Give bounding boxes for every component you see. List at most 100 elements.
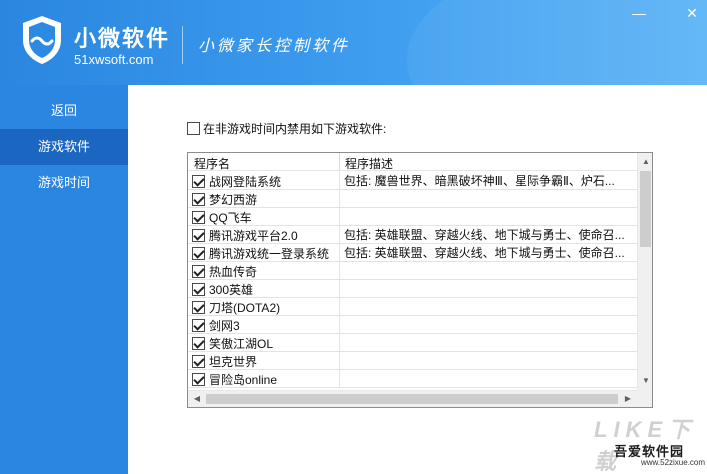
game-list: 程序名 程序描述 战网登陆系统 包括: 魔兽世界、暗黑破坏神Ⅲ、星际争霸Ⅱ、炉石.… (187, 152, 653, 408)
app-url: 51xwsoft.com (74, 52, 154, 67)
program-description (344, 262, 636, 280)
list-header: 程序名 程序描述 (188, 153, 637, 171)
row-name-cell[interactable]: 刀塔(DOTA2) (192, 298, 338, 316)
ban-checkbox-label: 在非游戏时间内禁用如下游戏软件: (203, 121, 387, 136)
table-row[interactable]: 热血传奇 (188, 262, 637, 280)
app-header: 小微软件 51xwsoft.com 小微家长控制软件 — ✕ (0, 0, 707, 85)
scroll-up-icon[interactable]: ▲ (638, 154, 652, 170)
table-row[interactable]: 剑网3 (188, 316, 637, 334)
scroll-right-icon[interactable]: ▶ (620, 391, 636, 407)
row-name-cell[interactable]: 剑网3 (192, 316, 338, 334)
sidebar: 返回 游戏软件 游戏时间 (0, 85, 128, 474)
program-name: 坦克世界 (209, 354, 258, 369)
program-description (344, 316, 636, 334)
row-name-cell[interactable]: 热血传奇 (192, 262, 338, 280)
table-row[interactable]: 刀塔(DOTA2) (188, 298, 637, 316)
program-name: 热血传奇 (209, 264, 258, 279)
header-divider (182, 26, 183, 64)
row-checkbox[interactable] (192, 210, 205, 224)
row-checkbox[interactable] (192, 282, 205, 296)
cell-divider (339, 280, 340, 298)
row-name-cell[interactable]: 300英雄 (192, 280, 338, 298)
shield-logo-icon (23, 16, 61, 64)
row-checkbox[interactable] (192, 174, 205, 188)
sidebar-item-game-time[interactable]: 游戏时间 (0, 165, 128, 201)
table-row[interactable]: 300英雄 (188, 280, 637, 298)
table-row[interactable]: 战网登陆系统 包括: 魔兽世界、暗黑破坏神Ⅲ、星际争霸Ⅱ、炉石... (188, 172, 637, 190)
column-divider[interactable] (339, 153, 340, 171)
cell-divider (339, 226, 340, 244)
row-name-cell[interactable]: 坦克世界 (192, 352, 338, 370)
table-row[interactable]: 冒险岛online (188, 370, 637, 388)
cell-divider (339, 208, 340, 226)
cell-divider (339, 244, 340, 262)
program-name: 笑傲江湖OL (209, 336, 274, 351)
horizontal-scrollbar[interactable]: ◀ ▶ (188, 390, 637, 407)
row-checkbox[interactable] (192, 192, 205, 206)
column-header-name[interactable]: 程序名 (194, 155, 230, 172)
program-description (344, 280, 636, 298)
minimize-button[interactable]: — (628, 4, 650, 22)
ban-option[interactable]: 在非游戏时间内禁用如下游戏软件: (187, 120, 386, 136)
program-name: 梦幻西游 (209, 192, 258, 207)
cell-divider (339, 352, 340, 370)
column-header-description[interactable]: 程序描述 (345, 155, 393, 172)
program-description (344, 298, 636, 316)
vertical-scrollbar[interactable]: ▲ ▼ (637, 153, 652, 390)
cell-divider (339, 370, 340, 388)
table-row[interactable]: 梦幻西游 (188, 190, 637, 208)
vertical-scroll-thumb[interactable] (640, 171, 651, 247)
cell-divider (339, 190, 340, 208)
row-checkbox[interactable] (192, 372, 205, 386)
cell-divider (339, 334, 340, 352)
program-description: 包括: 英雄联盟、穿越火线、地下城与勇士、使命召... (344, 228, 625, 242)
table-row[interactable]: 笑傲江湖OL (188, 334, 637, 352)
row-name-cell[interactable]: 腾讯游戏统一登录系统 (192, 244, 338, 262)
row-checkbox[interactable] (192, 318, 205, 332)
program-description (344, 352, 636, 370)
row-name-cell[interactable]: 冒险岛online (192, 370, 338, 388)
program-description (344, 190, 636, 208)
row-checkbox[interactable] (192, 336, 205, 350)
cell-divider (339, 172, 340, 190)
watermark-url: www.52zixue.com (641, 458, 706, 467)
ban-checkbox[interactable] (187, 121, 200, 135)
header-decoration (407, 0, 707, 85)
row-name-cell[interactable]: 梦幻西游 (192, 190, 338, 208)
row-name-cell[interactable]: QQ飞车 (192, 208, 338, 226)
table-row[interactable]: QQ飞车 (188, 208, 637, 226)
table-row[interactable]: 坦克世界 (188, 352, 637, 370)
program-description: 包括: 英雄联盟、穿越火线、地下城与勇士、使命召... (344, 246, 625, 260)
row-checkbox[interactable] (192, 246, 205, 260)
scroll-left-icon[interactable]: ◀ (189, 391, 205, 407)
row-checkbox[interactable] (192, 300, 205, 314)
horizontal-scroll-thumb[interactable] (206, 394, 618, 404)
scroll-down-icon[interactable]: ▼ (638, 373, 652, 389)
row-checkbox[interactable] (192, 228, 205, 242)
program-description (344, 208, 636, 226)
app-name: 小微软件 (74, 26, 171, 51)
table-row[interactable]: 腾讯游戏平台2.0 包括: 英雄联盟、穿越火线、地下城与勇士、使命召... (188, 226, 637, 244)
program-name: 腾讯游戏平台2.0 (209, 228, 298, 243)
row-name-cell[interactable]: 腾讯游戏平台2.0 (192, 226, 338, 244)
program-name: 刀塔(DOTA2) (209, 300, 281, 315)
row-checkbox[interactable] (192, 264, 205, 278)
row-name-cell[interactable]: 战网登陆系统 (192, 172, 338, 190)
program-name: 腾讯游戏统一登录系统 (209, 246, 330, 261)
program-description (344, 370, 636, 388)
scrollbar-corner (637, 390, 652, 407)
table-row[interactable]: 腾讯游戏统一登录系统 包括: 英雄联盟、穿越火线、地下城与勇士、使命召... (188, 244, 637, 262)
app-slogan: 小微家长控制软件 (198, 36, 351, 55)
program-description (344, 334, 636, 352)
row-checkbox[interactable] (192, 354, 205, 368)
cell-divider (339, 316, 340, 334)
cell-divider (339, 298, 340, 316)
close-button[interactable]: ✕ (681, 4, 703, 22)
sidebar-item-game-software[interactable]: 游戏软件 (0, 129, 128, 165)
program-name: 战网登陆系统 (209, 174, 282, 189)
row-name-cell[interactable]: 笑傲江湖OL (192, 334, 338, 352)
sidebar-item-back[interactable]: 返回 (0, 93, 128, 129)
list-rows: 战网登陆系统 包括: 魔兽世界、暗黑破坏神Ⅲ、星际争霸Ⅱ、炉石... 梦幻西游 QQ飞… (188, 172, 637, 388)
program-name: 300英雄 (209, 282, 254, 297)
program-name: 剑网3 (209, 318, 240, 333)
